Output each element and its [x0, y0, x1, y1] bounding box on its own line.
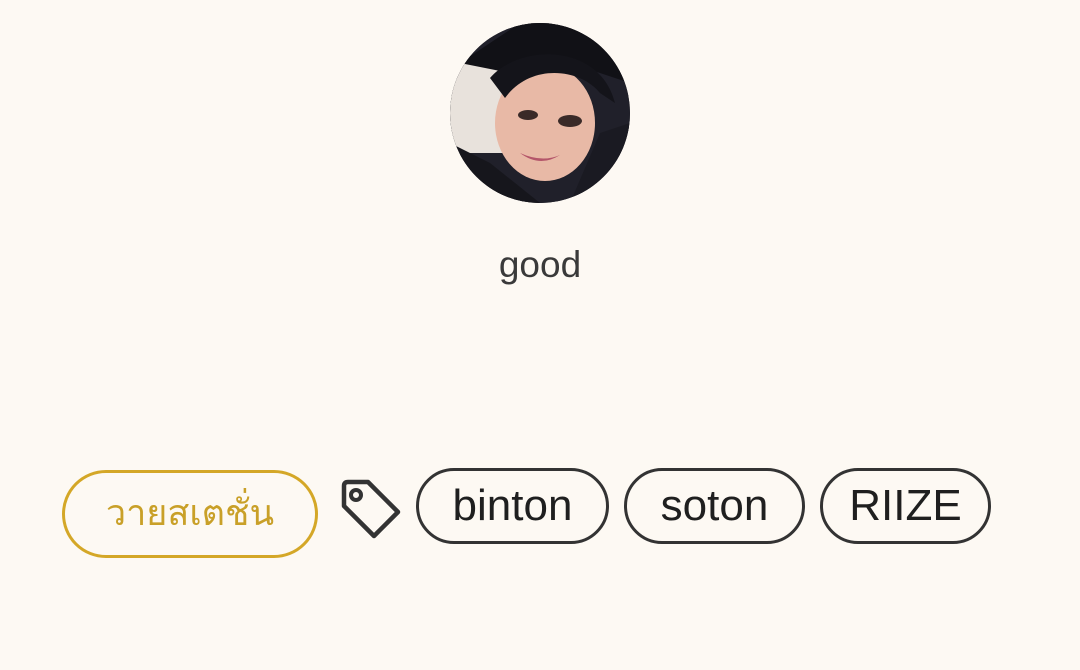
author-name[interactable]: good [0, 240, 1080, 290]
tag-chip-riize[interactable]: RIIZE [820, 468, 991, 544]
tag-icon [338, 478, 404, 544]
tag-chip-soton[interactable]: soton [624, 468, 805, 544]
tag-chip-binton[interactable]: binton [416, 468, 609, 544]
avatar-image [450, 23, 630, 203]
avatar[interactable] [450, 23, 630, 203]
style-chip[interactable]: วายสเตชั่น [62, 470, 318, 558]
